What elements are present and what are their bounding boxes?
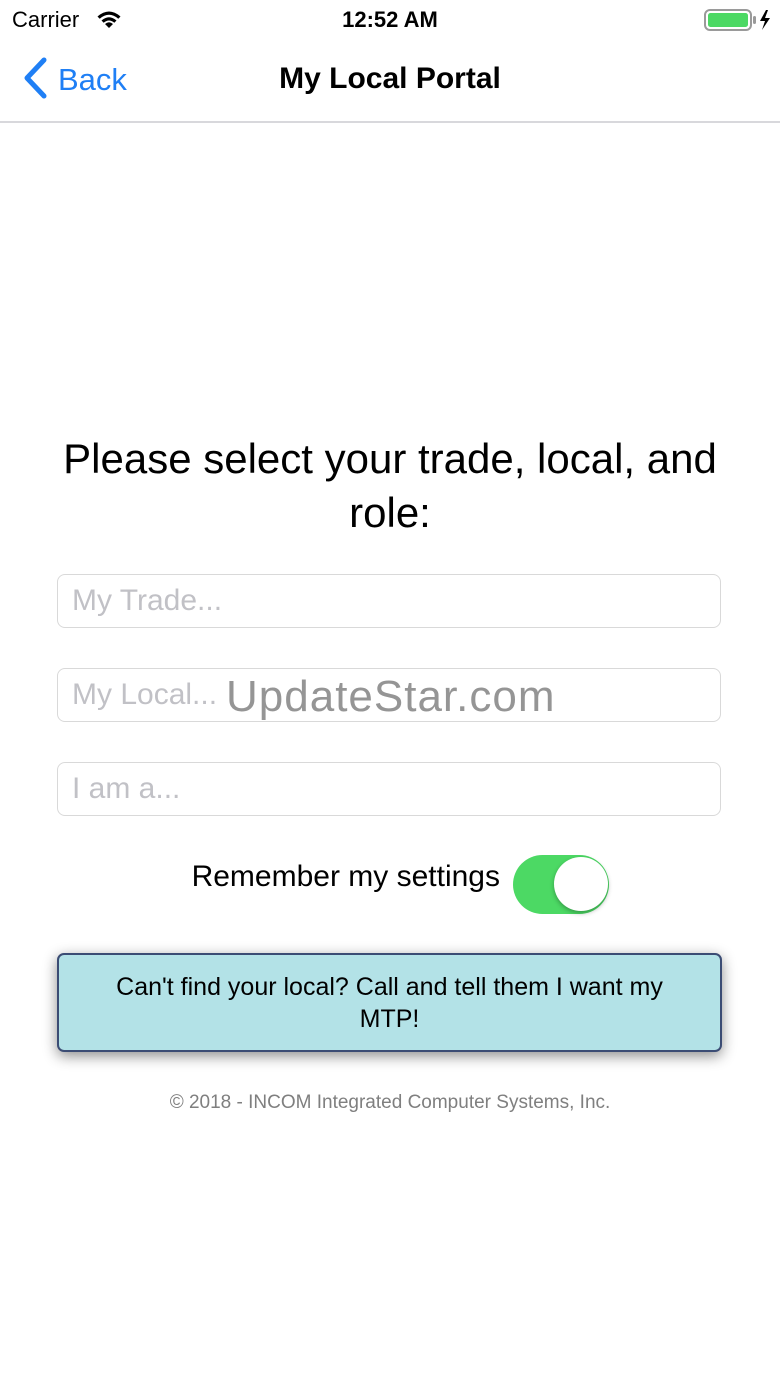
copyright-text: © 2018 - INCOM Integrated Computer Syste… (169, 1092, 611, 1113)
selection-prompt: Please select your trade, local, and rol… (63, 435, 717, 536)
remember-settings-row: Remember my settings (0, 855, 780, 915)
page-title: My Local Portal (279, 62, 501, 95)
battery-icon (704, 9, 774, 36)
charging-bolt-icon (760, 10, 770, 30)
navigation-bar: Back My Local Portal (0, 40, 780, 123)
status-time: 12:52 AM (342, 7, 438, 32)
call-local-button[interactable]: Can't find your local? Call and tell the… (57, 953, 722, 1052)
toggle-knob (554, 857, 608, 911)
remember-settings-toggle[interactable] (513, 855, 609, 914)
status-bar: Carrier 12:52 AM (0, 0, 780, 40)
trade-field[interactable] (57, 574, 721, 628)
remember-settings-label: Remember my settings (191, 860, 500, 893)
local-field[interactable] (57, 668, 721, 722)
role-field[interactable] (57, 762, 721, 816)
